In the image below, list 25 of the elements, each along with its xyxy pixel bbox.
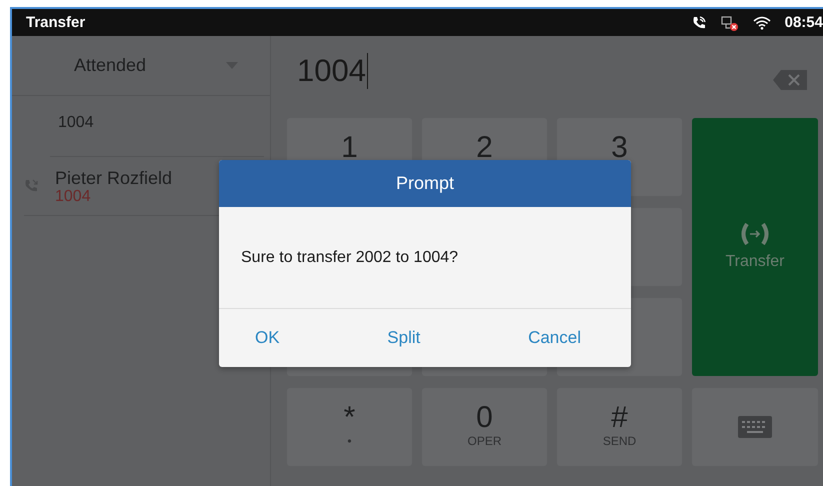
dialog-button[interactable]: OK (249, 324, 286, 352)
phone-call-icon (690, 14, 707, 30)
number-item[interactable]: 1004 (50, 96, 264, 157)
dialog-message: Sure to transfer 2002 to 1004? (241, 248, 458, 266)
transfer-button[interactable]: Transfer (692, 118, 818, 376)
keypad-key[interactable]: # SEND (557, 388, 682, 466)
wifi-icon (752, 16, 771, 30)
dialog-title: Prompt (219, 160, 631, 207)
dialog-button[interactable]: Split (381, 324, 426, 352)
call-transfer-icon (739, 223, 771, 245)
contact-name: Pieter Rozfield (55, 168, 172, 188)
screen-title: Transfer (26, 14, 86, 31)
keyboard-icon (738, 416, 772, 438)
keyboard-button[interactable] (692, 388, 818, 466)
dial-input-field[interactable]: 1004 (297, 53, 368, 89)
clock-time: 08:54 (784, 14, 823, 31)
contact-item[interactable]: Pieter Rozfield 1004 (55, 168, 172, 204)
contact-number: 1004 (55, 188, 92, 204)
transfer-mode-dropdown[interactable]: Attended (12, 36, 270, 96)
keypad-key[interactable]: * • (287, 388, 412, 466)
number-text: 1004 (58, 114, 94, 132)
keypad-key[interactable]: 0 OPER (422, 388, 547, 466)
dialog-button[interactable]: Cancel (522, 324, 587, 352)
backspace-icon[interactable] (773, 70, 807, 90)
network-error-icon (720, 14, 739, 30)
